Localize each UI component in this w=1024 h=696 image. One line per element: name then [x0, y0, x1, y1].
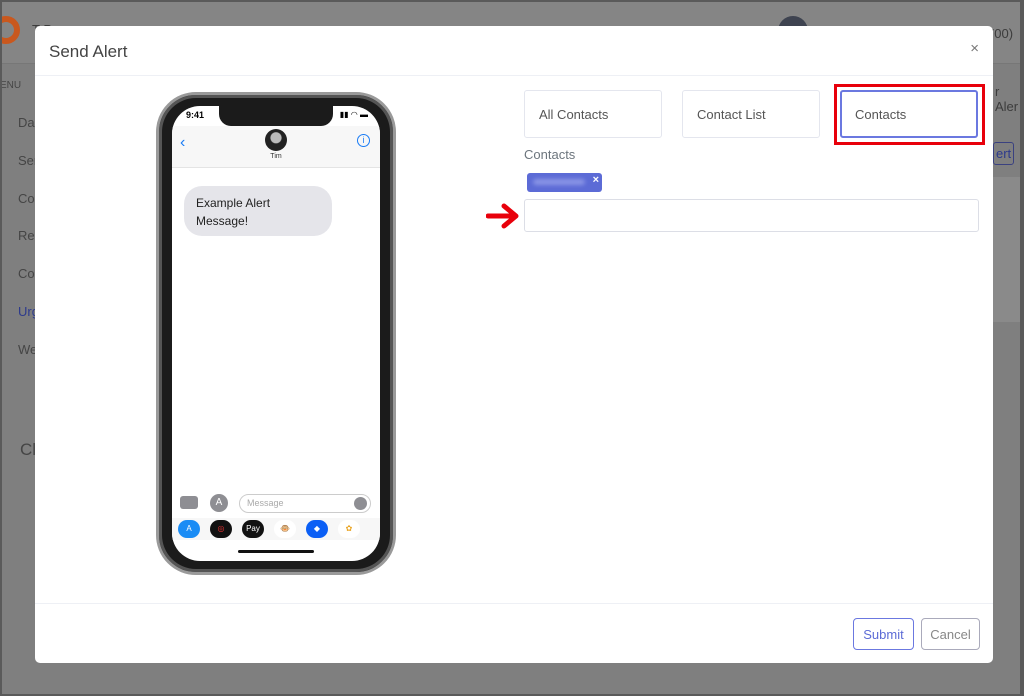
back-chevron-icon: ‹	[180, 134, 186, 151]
close-icon[interactable]: ×	[970, 40, 979, 57]
activity-app-icon: ◎	[210, 520, 232, 538]
tab-all-contacts[interactable]: All Contacts	[524, 90, 662, 138]
modal-title: Send Alert	[49, 42, 128, 61]
message-input-preview: Message	[239, 494, 371, 513]
annotation-highlight-box	[834, 84, 985, 145]
animoji-icon: 🐵	[274, 520, 296, 538]
contacts-input[interactable]	[524, 199, 979, 232]
menu-label: ENU	[2, 80, 22, 91]
message-bar: A Message	[172, 492, 380, 516]
chat-header: ‹ Tim i	[172, 126, 380, 168]
message-bubble: Example Alert Message!	[184, 186, 332, 236]
submit-button[interactable]: Submit	[853, 618, 914, 650]
send-alert-modal: Send Alert × 9:41 ▮▮ ◠ ▬ ‹ Tim i Example…	[35, 26, 993, 663]
status-icons: ▮▮ ◠ ▬	[339, 110, 368, 119]
app-store-icon: A	[210, 494, 228, 512]
cancel-button[interactable]: Cancel	[921, 618, 980, 650]
info-icon: i	[357, 134, 370, 147]
app-strip: A ◎ Pay 🐵 ◆ ✿	[172, 518, 380, 540]
sidebar-item[interactable]: Co	[18, 191, 35, 206]
sidebar-item[interactable]: Co	[18, 266, 35, 281]
contact-avatar	[265, 129, 287, 151]
logo-icon	[2, 16, 20, 44]
annotation-arrow-icon	[486, 203, 519, 229]
home-indicator	[238, 550, 314, 553]
right-partial: r Aler	[995, 84, 1019, 114]
phone-notch	[219, 106, 333, 126]
dropbox-icon: ◆	[306, 520, 328, 538]
contacts-label: Contacts	[524, 147, 576, 162]
app-store-app-icon: A	[178, 520, 200, 538]
modal-footer: Submit Cancel	[35, 603, 993, 663]
right-button-partial[interactable]: ert	[993, 142, 1015, 165]
sidebar-bottom: Cl	[20, 440, 37, 459]
status-time: 9:41	[186, 110, 205, 120]
modal-header: Send Alert ×	[35, 26, 993, 76]
contact-chip: ×	[527, 173, 602, 192]
background-panel	[992, 177, 1020, 322]
message-placeholder: Message	[247, 498, 284, 508]
tab-contact-list[interactable]: Contact List	[682, 90, 820, 138]
apple-pay-icon: Pay	[242, 520, 264, 538]
contact-name: Tim	[270, 153, 282, 160]
phone-preview: 9:41 ▮▮ ◠ ▬ ‹ Tim i Example Alert Messag…	[156, 92, 396, 575]
camera-icon	[180, 496, 198, 509]
phone-screen: 9:41 ▮▮ ◠ ▬ ‹ Tim i Example Alert Messag…	[172, 106, 380, 561]
photos-icon: ✿	[338, 520, 360, 538]
remove-chip-icon[interactable]: ×	[593, 174, 599, 186]
contact-chip-redacted	[533, 179, 585, 185]
mic-icon	[354, 497, 367, 510]
